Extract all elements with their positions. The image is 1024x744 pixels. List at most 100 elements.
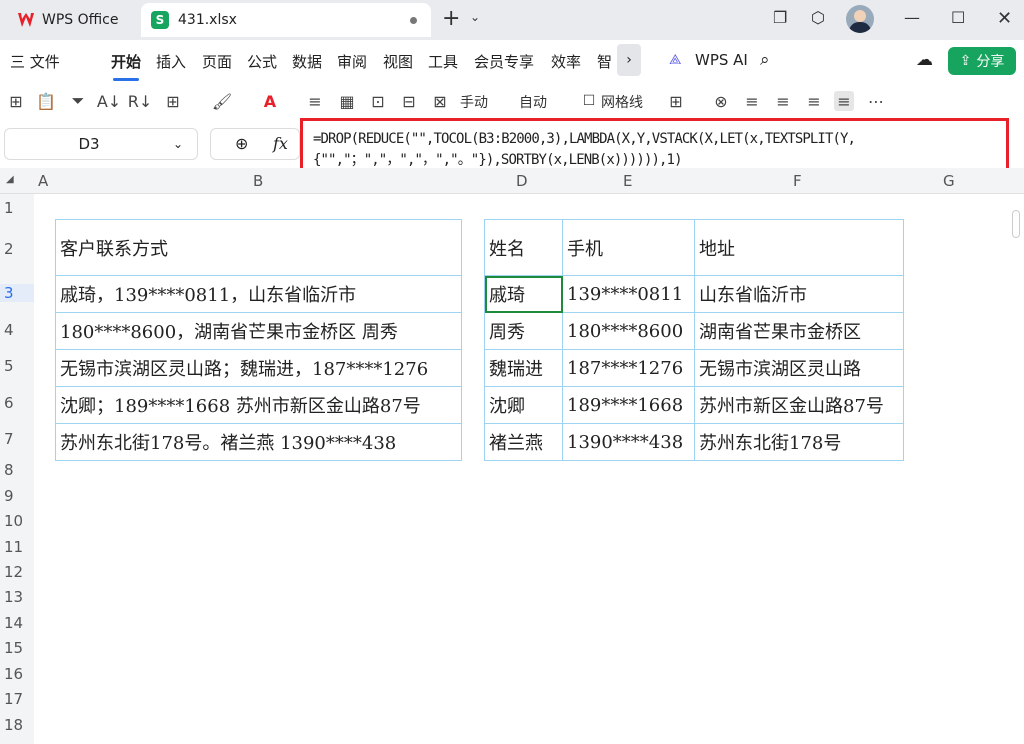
result-cell[interactable]: 山东省临沂市 (694, 275, 904, 313)
insert-icon[interactable]: ⊡ (368, 91, 388, 111)
result-header-address[interactable]: 地址 (694, 219, 904, 276)
chevron-down-icon[interactable]: ⌄ (470, 10, 480, 24)
row-header[interactable]: 5 (0, 357, 34, 375)
result-cell[interactable]: 苏州东北街178号 (694, 423, 904, 461)
result-cell[interactable]: 187****1276 (562, 349, 695, 387)
merge-icon[interactable]: ▦ (337, 91, 357, 111)
menu-insert[interactable]: 插入 (156, 51, 186, 72)
menu-page[interactable]: 页面 (202, 51, 232, 72)
tab-wps-office[interactable]: WPS Office (6, 3, 136, 37)
freeze-icon[interactable]: ⊟ (399, 91, 419, 111)
row-header[interactable]: 17 (0, 690, 34, 708)
column-header-e[interactable]: E (623, 172, 632, 190)
menu-efficiency[interactable]: 效率 (551, 51, 581, 72)
wps-ai-button[interactable]: WPS AI (695, 51, 748, 69)
result-cell[interactable]: 无锡市滨湖区灵山路 (694, 349, 904, 387)
filter-icon[interactable]: ⏷ (68, 91, 88, 111)
layout-icon[interactable]: ⊞ (666, 91, 686, 111)
font-color-icon[interactable]: A (260, 91, 280, 111)
row-header[interactable]: 18 (0, 716, 34, 734)
sort-desc-icon[interactable]: R↓ (128, 91, 153, 111)
source-cell[interactable]: 无锡市滨湖区灵山路；魏瑞进，187****1276 (55, 349, 462, 387)
sort-asc-icon[interactable]: A↓ (97, 91, 121, 111)
worksheet[interactable]: 客户联系方式 戚琦，139****0811，山东省临沂市 180****8600… (34, 194, 1024, 744)
minimize-icon[interactable]: — (904, 8, 920, 27)
name-box[interactable]: D3 ⌄ (4, 128, 198, 160)
avatar[interactable] (846, 5, 874, 33)
cloud-sync-icon[interactable]: ☁ (916, 50, 933, 70)
close-icon[interactable]: ✕ (997, 8, 1012, 29)
row-header[interactable]: 12 (0, 563, 34, 581)
column-header-b[interactable]: B (253, 172, 263, 190)
share-button[interactable]: ⇪ 分享 (948, 47, 1016, 75)
result-cell[interactable]: 周秀 (484, 312, 563, 350)
menu-view[interactable]: 视图 (383, 51, 413, 72)
menu-formula[interactable]: 公式 (247, 51, 277, 72)
zoom-search-icon[interactable]: ⊕ (235, 134, 248, 153)
menu-home[interactable]: 开始 (111, 51, 141, 81)
more-icon[interactable]: ⋯ (866, 91, 886, 111)
align-center-icon[interactable]: ≡ (773, 91, 793, 111)
clipboard-icon[interactable]: 📋 (36, 91, 56, 111)
clear-format-icon[interactable]: ⊗ (711, 91, 731, 111)
result-cell[interactable]: 湖南省芒果市金桥区 (694, 312, 904, 350)
result-cell[interactable]: 180****8600 (562, 312, 695, 350)
active-cell-d3[interactable]: 戚琦 (484, 275, 563, 313)
vertical-scrollbar[interactable] (1012, 210, 1020, 238)
menu-review[interactable]: 审阅 (337, 51, 367, 72)
result-cell[interactable]: 139****0811 (562, 275, 695, 313)
row-header[interactable]: 6 (0, 394, 34, 412)
row-header[interactable]: 10 (0, 512, 34, 530)
menu-more-chevron-icon[interactable]: › (617, 44, 641, 76)
menu-tools[interactable]: 工具 (428, 51, 458, 72)
gridlines-checkbox[interactable]: ☐ (579, 91, 599, 111)
wrap-icon[interactable]: ≡ (305, 91, 325, 111)
menu-data[interactable]: 数据 (292, 51, 322, 72)
source-cell[interactable]: 戚琦，139****0811，山东省临沂市 (55, 275, 462, 313)
row-header[interactable]: 11 (0, 538, 34, 556)
result-cell[interactable]: 褚兰燕 (484, 423, 563, 461)
row-header[interactable]: 9 (0, 487, 34, 505)
align-right-icon[interactable]: ≡ (804, 91, 824, 111)
result-cell[interactable]: 1390****438 (562, 423, 695, 461)
column-header-a[interactable]: A (38, 172, 48, 190)
row-header[interactable]: 7 (0, 430, 34, 448)
auto-calc-button[interactable]: 自动 (519, 92, 547, 112)
source-cell[interactable]: 苏州东北街178号。褚兰燕 1390****438 (55, 423, 462, 461)
result-header-name[interactable]: 姓名 (484, 219, 563, 276)
maximize-icon[interactable]: ☐ (951, 8, 965, 27)
borders-icon[interactable]: ⊞ (163, 91, 183, 111)
row-header[interactable]: 2 (0, 240, 34, 258)
fx-icon[interactable]: fx (273, 134, 288, 153)
cube-icon[interactable]: ⬡ (811, 8, 825, 27)
result-cell[interactable]: 苏州市新区金山路87号 (694, 386, 904, 424)
table-icon[interactable]: ⊠ (430, 91, 450, 111)
source-cell[interactable]: 沈卿；189****1668 苏州市新区金山路87号 (55, 386, 462, 424)
column-header-f[interactable]: F (793, 172, 802, 190)
manual-calc-button[interactable]: 手动 (460, 92, 488, 112)
menu-smart[interactable]: 智 (597, 51, 612, 72)
row-header[interactable]: 13 (0, 588, 34, 606)
tile-windows-icon[interactable]: ❐ (773, 8, 787, 27)
row-header[interactable]: 14 (0, 614, 34, 632)
format-painter-icon[interactable]: ⊞ (6, 91, 26, 111)
search-icon[interactable]: ⌕ (760, 50, 770, 70)
source-cell[interactable]: 180****8600，湖南省芒果市金桥区 周秀 (55, 312, 462, 350)
row-header[interactable]: 8 (0, 461, 34, 479)
row-header[interactable]: 15 (0, 639, 34, 657)
select-all-icon[interactable]: ◢ (6, 174, 14, 185)
result-cell[interactable]: 189****1668 (562, 386, 695, 424)
result-cell[interactable]: 沈卿 (484, 386, 563, 424)
source-header-cell[interactable]: 客户联系方式 (55, 219, 462, 276)
menu-member[interactable]: 会员专享 (474, 51, 534, 72)
result-cell[interactable]: 魏瑞进 (484, 349, 563, 387)
row-header-active[interactable]: 3 (0, 284, 34, 302)
fill-color-icon[interactable]: 🖌 (212, 91, 232, 111)
row-header[interactable]: 4 (0, 321, 34, 339)
row-header[interactable]: 16 (0, 665, 34, 683)
justify-icon[interactable]: ≡ (834, 91, 854, 111)
tab-file[interactable]: S 431.xlsx (141, 3, 431, 37)
row-header[interactable]: 1 (0, 199, 34, 217)
menu-file[interactable]: 三 文件 (10, 51, 60, 72)
align-left-icon[interactable]: ≡ (742, 91, 762, 111)
